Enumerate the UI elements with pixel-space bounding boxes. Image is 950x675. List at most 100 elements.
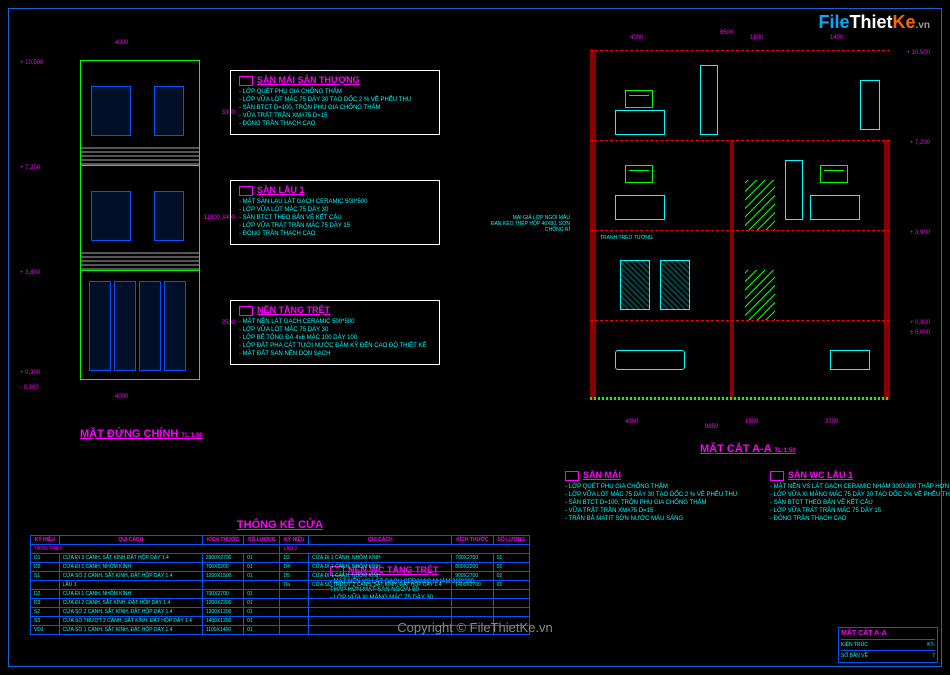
table-cell: 01 bbox=[244, 599, 280, 608]
brick-course bbox=[81, 145, 199, 165]
annotation-title: NỀN TẦNG TRỆT bbox=[239, 305, 431, 316]
annotation-item: - LỚP VỮA XI MĂNG MÁC 75 DÀY 30 TẠO DỐC … bbox=[770, 491, 920, 499]
annotation-item: - LỚP VỮA LÓT MÁC 75 DÀY 30 TẠO DỐC 2 % … bbox=[565, 491, 745, 499]
table-row: D3CỬA ĐI 2 CÁNH, SẮT KÍNH, ĐẶT HỘP DÀY 1… bbox=[31, 599, 530, 608]
table-cell: 1000X2200 bbox=[202, 599, 243, 608]
sofa bbox=[615, 350, 685, 370]
table-cell: 1400X1200 bbox=[202, 617, 243, 626]
table-cell: CỬA SỔ 2 CÁNH, SẮT KÍNH, ĐẶT HỘP DÀY 1.4 bbox=[59, 572, 202, 581]
table-header-cell: SỐ LƯỢNG bbox=[493, 536, 529, 545]
table-cell: 01 bbox=[244, 617, 280, 626]
picture-frame bbox=[625, 90, 653, 108]
level-mark: + 3,800 bbox=[20, 270, 40, 276]
table-cell: Da bbox=[280, 581, 309, 590]
table-cell: 01 bbox=[244, 554, 280, 563]
logo-p2: Thiet bbox=[850, 12, 893, 32]
annotation-item: - ĐÓNG TRẦN THẠCH CAO bbox=[239, 230, 431, 238]
titleblock-row: SỐ BẢN VẼ7 bbox=[841, 650, 935, 659]
wardrobe bbox=[700, 65, 718, 135]
annotation-title: SÀN LẦU 1 bbox=[239, 185, 431, 196]
table-cell: 01 bbox=[244, 563, 280, 572]
table-cell: 01 bbox=[493, 563, 529, 572]
table-cell: 700X2700 bbox=[452, 554, 493, 563]
annotation-item: - LỚP VỮA LÓT MÁC 75 DÀY 30 TẠO DỐC 2 % … bbox=[239, 96, 431, 104]
annotation-item: - VỮA TRẤT TRẦN XM#75 D=15 bbox=[565, 507, 745, 515]
window bbox=[154, 191, 184, 241]
table-cell: 01 bbox=[493, 554, 529, 563]
table-header-cell: QUI CÁCH bbox=[309, 536, 452, 545]
annotation-item: - TRẦN BẢ MATIT SỜN NƯỚC MÀU SÁNG bbox=[565, 515, 745, 523]
annotation-item: - MẶT NỀN VS LÁT GẠCH CERAMIC NHÁM 300X3… bbox=[770, 483, 920, 491]
table-cell: 800X2200 bbox=[452, 563, 493, 572]
door bbox=[785, 160, 803, 220]
level-mark: + 7,200 bbox=[910, 140, 930, 146]
floor-slab bbox=[590, 320, 890, 321]
annotation-list: - MẶT SÀN LAU LÁT GẠCH CERAMIC 500*500 - … bbox=[239, 196, 431, 240]
table-header-cell: KÝ HIỆU bbox=[280, 536, 309, 545]
table-cell bbox=[452, 590, 493, 599]
bed bbox=[615, 110, 665, 135]
layer-icon bbox=[239, 186, 253, 196]
table-row: S2CỬA SỔ 2 CÁNH, SẮT KÍNH, ĐẶT HỘP DÀY 1… bbox=[31, 608, 530, 617]
table-cell: CỬA SỔ 1 CÁNH, SẮT KÍNH, ĐẶT HỘP DÀY 1.4 bbox=[59, 626, 202, 635]
annotation-item: - LỚP VỮA LÓT MÁC 75 DÀY 30 bbox=[239, 326, 431, 334]
bed bbox=[615, 195, 665, 220]
annotation-item: - SÀN BTCT D=100, TRỘN PHỤ GIA CHỐNG THẤ… bbox=[239, 104, 431, 112]
annotation-item: - SÀN BTCT D=100, TRỘN PHỤ GIA CHỐNG THẤ… bbox=[565, 499, 745, 507]
window bbox=[91, 191, 131, 241]
note-picture: TRANH TREO TƯỜNG bbox=[600, 235, 653, 241]
annotation-box: SÀN LẦU 1- MẶT SÀN LAU LÁT GẠCH CERAMIC … bbox=[230, 180, 440, 245]
bed bbox=[810, 195, 860, 220]
dim: 1500 bbox=[745, 419, 758, 425]
stair bbox=[745, 270, 775, 320]
annotation-item: - MẶT ĐẤT SAN NỀN DỌN SẠCH bbox=[239, 350, 431, 358]
group-cell: LẦU 2 bbox=[280, 545, 530, 554]
annotation-item: - ĐÓNG TRẦN THẠCH CAO bbox=[770, 515, 920, 523]
table-cell: 700X2700 bbox=[202, 590, 243, 599]
table-cell: VD1 bbox=[31, 626, 60, 635]
table-cell: CỬA ĐI 2 CÁNH, SẮT KÍNH, ĐẶT HỘP DÀY 1.4 bbox=[59, 599, 202, 608]
table-cell: 02 bbox=[493, 572, 529, 581]
table-cell: CỬA ĐI 1 CÁNH, NHÔM KÍNH bbox=[59, 590, 202, 599]
dim-width-bot: 4000 bbox=[115, 394, 128, 400]
logo-p3: Ke bbox=[893, 12, 916, 32]
annotation-box: NỀN TẦNG TRỆT- MẶT NỀN LÁT GẠCH CERAMIC … bbox=[230, 300, 440, 365]
table-cell: D2 bbox=[280, 554, 309, 563]
table-cell bbox=[493, 608, 529, 617]
annotation-list: - LỚP QUÉT PHỤ GIA CHỐNG THẤM- LỚP VỮA L… bbox=[565, 481, 745, 525]
annotation-block: SÀN WC LẦU 1- MẶT NỀN VS LÁT GẠCH CERAMI… bbox=[770, 470, 920, 525]
annotation-item: - MẶT SÀN LAU LÁT GẠCH CERAMIC 500*500 bbox=[239, 198, 431, 206]
table-cell: LẦU 1 bbox=[59, 581, 202, 590]
table-cell: CỬA ĐI 1 CÁNH, NHÔM KÍNH bbox=[59, 563, 202, 572]
table-cell: S2 bbox=[31, 608, 60, 617]
table-cell: 01 bbox=[244, 626, 280, 635]
table-cell: 1200X1500 bbox=[202, 572, 243, 581]
wall bbox=[590, 50, 596, 400]
table-cell: D5 bbox=[280, 572, 309, 581]
note-roof: MÁI GIẢ LỢP NGÓI MẦU ĐAN KÈO THÉP HỘP 40… bbox=[480, 215, 570, 233]
dim: 9500 bbox=[720, 30, 733, 36]
title-block: MẶT CẮT A-A KIẾN TRÚCKT- SỐ BẢN VẼ7 bbox=[838, 627, 938, 663]
screen-panel bbox=[660, 260, 690, 310]
annotation-item: - LỚP VỮA TRÁT TRẦN MÁC 75 DÀY 15 bbox=[770, 507, 920, 515]
picture-frame bbox=[820, 165, 848, 183]
section-view: 4000 9500 1500 1400 + 10,500 + 7,200 + 3… bbox=[570, 30, 920, 430]
elevation-title: MẶT ĐỨNG CHÍNH TL:1:50 bbox=[80, 428, 203, 440]
door-panel bbox=[164, 281, 186, 371]
table-cell: 1400X2700 bbox=[452, 581, 493, 590]
door-panel bbox=[139, 281, 161, 371]
door-schedule-table: THỐNG KÊ CỬA KÝ HIỆUQUI CÁCHKÍCH THƯỚCSỐ… bbox=[30, 519, 530, 635]
table-cell: 2900X2700 bbox=[202, 554, 243, 563]
annotation-item: - VỮA TRẤT TRẦN XM#75 D=15 bbox=[239, 112, 431, 120]
door bbox=[860, 80, 880, 130]
table-cell: 700X2200 bbox=[202, 563, 243, 572]
annotation-list: - MẶT NỀN VS LÁT GẠCH CERAMIC NHÁM 300X3… bbox=[770, 481, 920, 525]
table-cell: S1 bbox=[31, 572, 60, 581]
table-cell: 1100X1400 bbox=[202, 626, 243, 635]
table-row: D2CỬA ĐI 1 CÁNH, NHÔM KÍNH700X270001 bbox=[31, 590, 530, 599]
picture-frame bbox=[625, 165, 653, 183]
table-cell bbox=[452, 599, 493, 608]
annotation-list: - LỚP QUÉT PHỤ GIA CHỐNG THẤM- LỚP VỮA L… bbox=[239, 86, 431, 130]
table-cell: 01 bbox=[493, 581, 529, 590]
level-mark: + 7,200 bbox=[20, 165, 40, 171]
